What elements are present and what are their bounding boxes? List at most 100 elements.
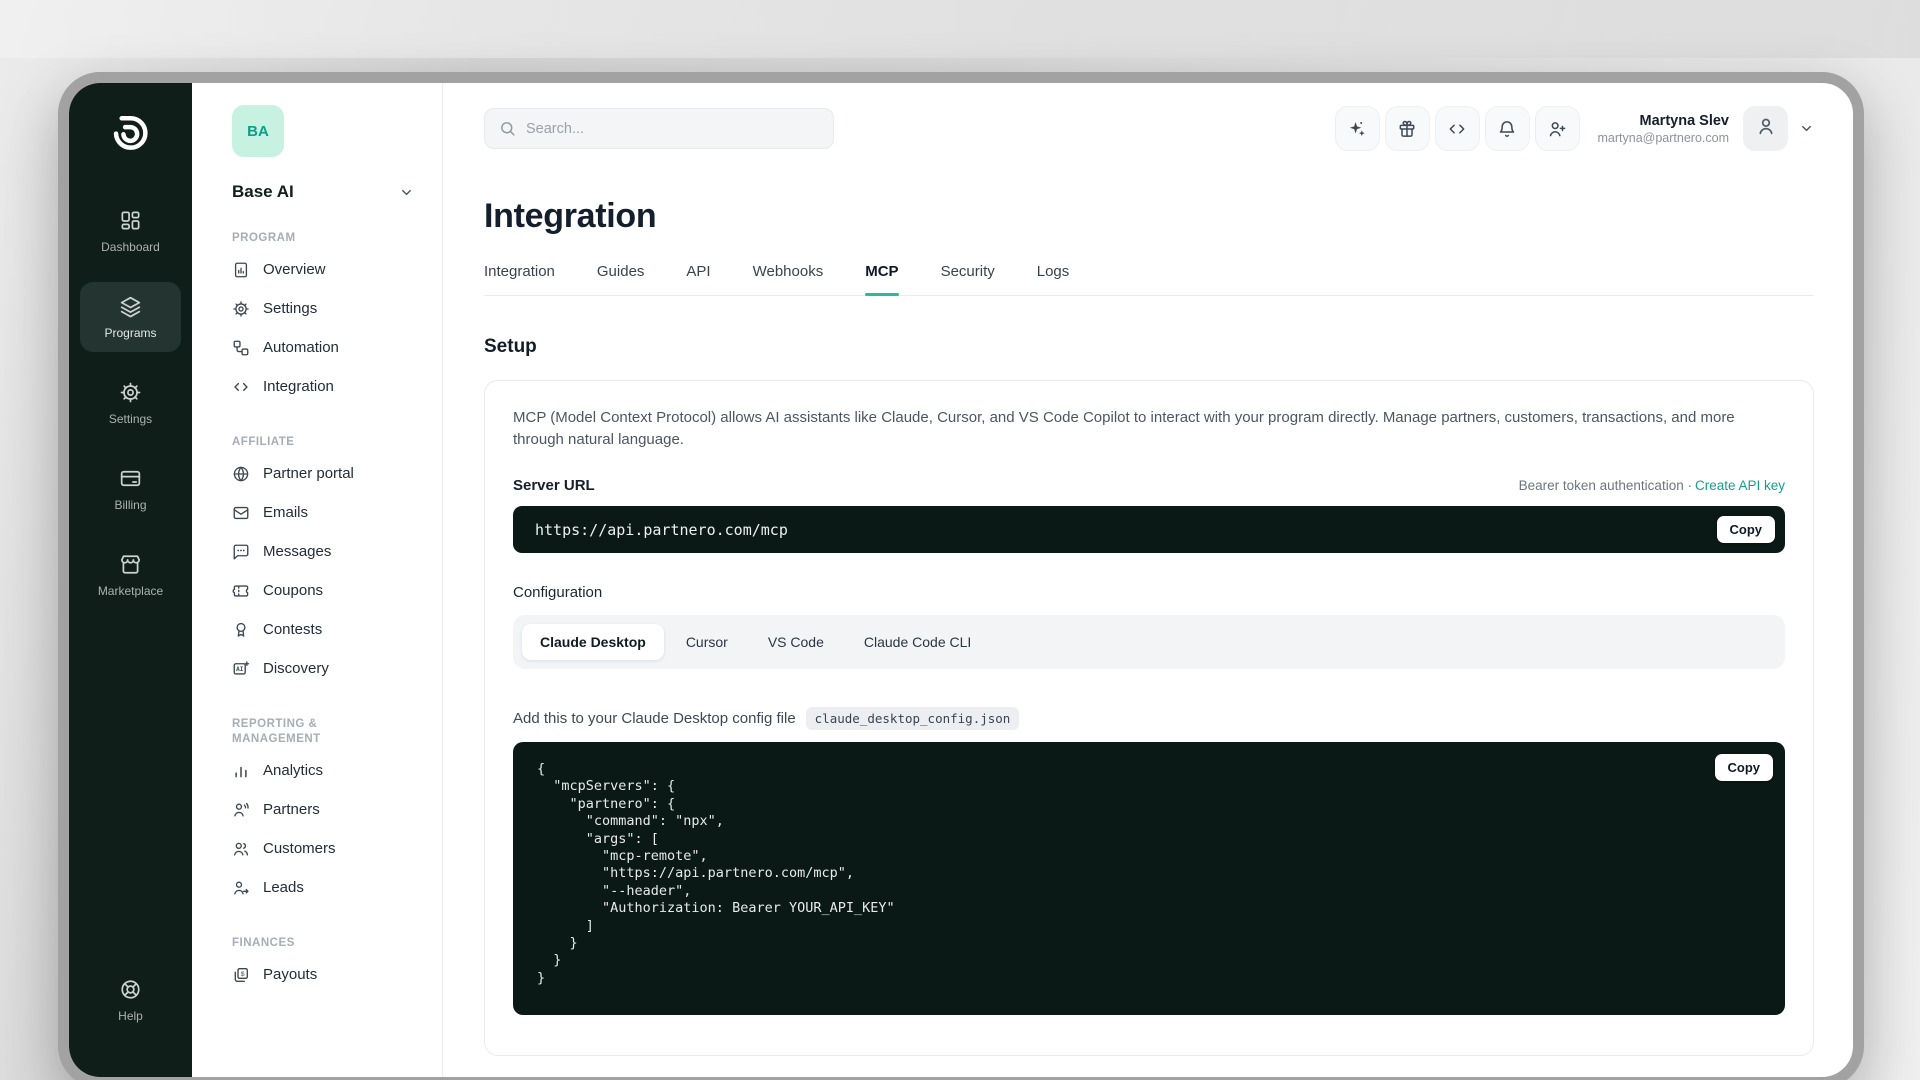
copy-config-button[interactable]: Copy: [1715, 754, 1774, 781]
search-input[interactable]: [526, 121, 819, 137]
sidebar-item-settings[interactable]: Settings: [232, 289, 424, 328]
sparkles-button[interactable]: [1335, 106, 1380, 151]
file-chart-icon: [232, 261, 250, 279]
layers-icon: [119, 295, 142, 318]
config-hint-text: Add this to your Claude Desktop config f…: [513, 710, 796, 727]
user-name: Martyna Slev: [1598, 113, 1730, 129]
config-file-chip: claude_desktop_config.json: [806, 707, 1020, 730]
create-api-key-link[interactable]: Create API key: [1695, 478, 1785, 493]
program-switcher[interactable]: Base AI: [232, 182, 414, 202]
program-avatar: BA: [232, 105, 284, 157]
program-name: Base AI: [232, 182, 294, 202]
topbar-actions: Martyna Slev martyna@partnero.com: [1330, 106, 1815, 151]
rail-item-dashboard[interactable]: Dashboard: [80, 196, 181, 266]
tab-integration[interactable]: Integration: [484, 263, 555, 295]
sidebar-item-customers[interactable]: Customers: [232, 829, 424, 868]
rail-item-programs[interactable]: Programs: [80, 282, 181, 352]
payout-icon: $: [232, 966, 250, 984]
sidebar-item-payouts[interactable]: $ Payouts: [232, 955, 424, 994]
config-tab-claude-desktop[interactable]: Claude Desktop: [522, 624, 664, 660]
auth-meta: Bearer token authentication ·Create API …: [1519, 478, 1785, 493]
tab-webhooks[interactable]: Webhooks: [753, 263, 824, 295]
config-code-block: Copy { "mcpServers": { "partnero": { "co…: [513, 742, 1785, 1015]
svg-text:AI: AI: [236, 666, 244, 673]
sidebar-item-partners[interactable]: Partners: [232, 790, 424, 829]
bell-button[interactable]: [1485, 106, 1530, 151]
user-voice-icon: [232, 801, 250, 819]
message-icon: [232, 543, 250, 561]
sidebar-item-emails[interactable]: Emails: [232, 493, 424, 532]
rail-item-marketplace[interactable]: Marketplace: [80, 540, 181, 610]
tab-mcp[interactable]: MCP: [865, 263, 898, 295]
user-avatar[interactable]: [1743, 106, 1788, 151]
gift-button[interactable]: [1385, 106, 1430, 151]
rail-item-label: Dashboard: [101, 240, 160, 254]
topbar-icon-buttons: [1330, 106, 1580, 151]
sidebar-item-integration[interactable]: Integration: [232, 367, 424, 406]
sidebar-item-label: Coupons: [263, 582, 323, 599]
config-tab-claude-code-cli[interactable]: Claude Code CLI: [846, 624, 989, 660]
sidebar-item-label: Leads: [263, 879, 304, 896]
sidebar-item-leads[interactable]: Leads: [232, 868, 424, 907]
tab-api[interactable]: API: [686, 263, 710, 295]
server-url-value: https://api.partnero.com/mcp: [535, 521, 788, 539]
sidebar-item-automation[interactable]: Automation: [232, 328, 424, 367]
config-tab-cursor[interactable]: Cursor: [668, 624, 746, 660]
program-nav: PROGRAMOverviewSettingsAutomationIntegra…: [232, 231, 424, 994]
sidebar-item-label: Discovery: [263, 660, 329, 677]
rail-item-label: Programs: [104, 326, 156, 340]
gear-icon: [232, 300, 250, 318]
sidebar-item-contests[interactable]: Contests: [232, 610, 424, 649]
sidebar-item-overview[interactable]: Overview: [232, 250, 424, 289]
tab-logs[interactable]: Logs: [1037, 263, 1070, 295]
tab-security[interactable]: Security: [941, 263, 995, 295]
sidebar-item-analytics[interactable]: Analytics: [232, 751, 424, 790]
rail-item-label: Settings: [109, 412, 152, 426]
sidebar-item-messages[interactable]: Messages: [232, 532, 424, 571]
user-menu-chevron-icon[interactable]: [1799, 121, 1814, 136]
rail-item-billing[interactable]: Billing: [80, 454, 181, 524]
life-buoy-icon: [119, 978, 142, 1001]
dashboard-icon: [119, 209, 142, 232]
main-content: Martyna Slev martyna@partnero.com Integr…: [443, 83, 1853, 1077]
page-tabs: Integration Guides API Webhooks MCP Security L…: [484, 263, 1814, 296]
bar-chart-icon: [232, 762, 250, 780]
sidebar-item-label: Payouts: [263, 966, 317, 983]
sparkles-icon: [1347, 119, 1367, 139]
globe-icon: [232, 465, 250, 483]
workflow-icon: [232, 339, 250, 357]
desktop-background: Dashboard Programs Settings Billing Marketpl…: [0, 0, 1920, 1080]
ai-box-icon: AI: [232, 660, 250, 678]
config-code: { "mcpServers": { "partnero": { "command…: [537, 761, 1761, 987]
sidebar-item-label: Customers: [263, 840, 336, 857]
user-plus-icon: [1547, 119, 1567, 139]
rail-item-label: Billing: [114, 498, 146, 512]
section-label-affiliate: AFFILIATE: [232, 435, 392, 450]
sidebar-item-partner-portal[interactable]: Partner portal: [232, 454, 424, 493]
tab-guides[interactable]: Guides: [597, 263, 645, 295]
search-box: [484, 108, 834, 149]
sidebar-item-discovery[interactable]: AI Discovery: [232, 649, 424, 688]
chevron-down-icon: [399, 185, 414, 200]
user-arrow-icon: [232, 879, 250, 897]
gift-icon: [1397, 119, 1417, 139]
rail-help-wrap: Help: [80, 965, 181, 1051]
users-icon: [232, 840, 250, 858]
credit-card-icon: [119, 467, 142, 490]
program-sidebar: BA Base AI PROGRAMOverviewSettingsAutoma…: [192, 83, 443, 1077]
rail-item-settings[interactable]: Settings: [80, 368, 181, 438]
sidebar-item-label: Automation: [263, 339, 339, 356]
rail-item-help[interactable]: Help: [80, 965, 181, 1035]
copy-server-url-button[interactable]: Copy: [1717, 516, 1776, 543]
user-plus-button[interactable]: [1535, 106, 1580, 151]
config-tab-vs-code[interactable]: VS Code: [750, 624, 842, 660]
sidebar-item-label: Analytics: [263, 762, 323, 779]
code-icon: [232, 378, 250, 396]
topbar: Martyna Slev martyna@partnero.com: [484, 106, 1814, 151]
code-button[interactable]: [1435, 106, 1480, 151]
server-url-label: Server URL: [513, 477, 595, 494]
configuration-tabs: Claude DesktopCursorVS CodeClaude Code C…: [513, 615, 1785, 669]
sidebar-item-label: Emails: [263, 504, 308, 521]
sidebar-item-label: Contests: [263, 621, 322, 638]
sidebar-item-coupons[interactable]: Coupons: [232, 571, 424, 610]
